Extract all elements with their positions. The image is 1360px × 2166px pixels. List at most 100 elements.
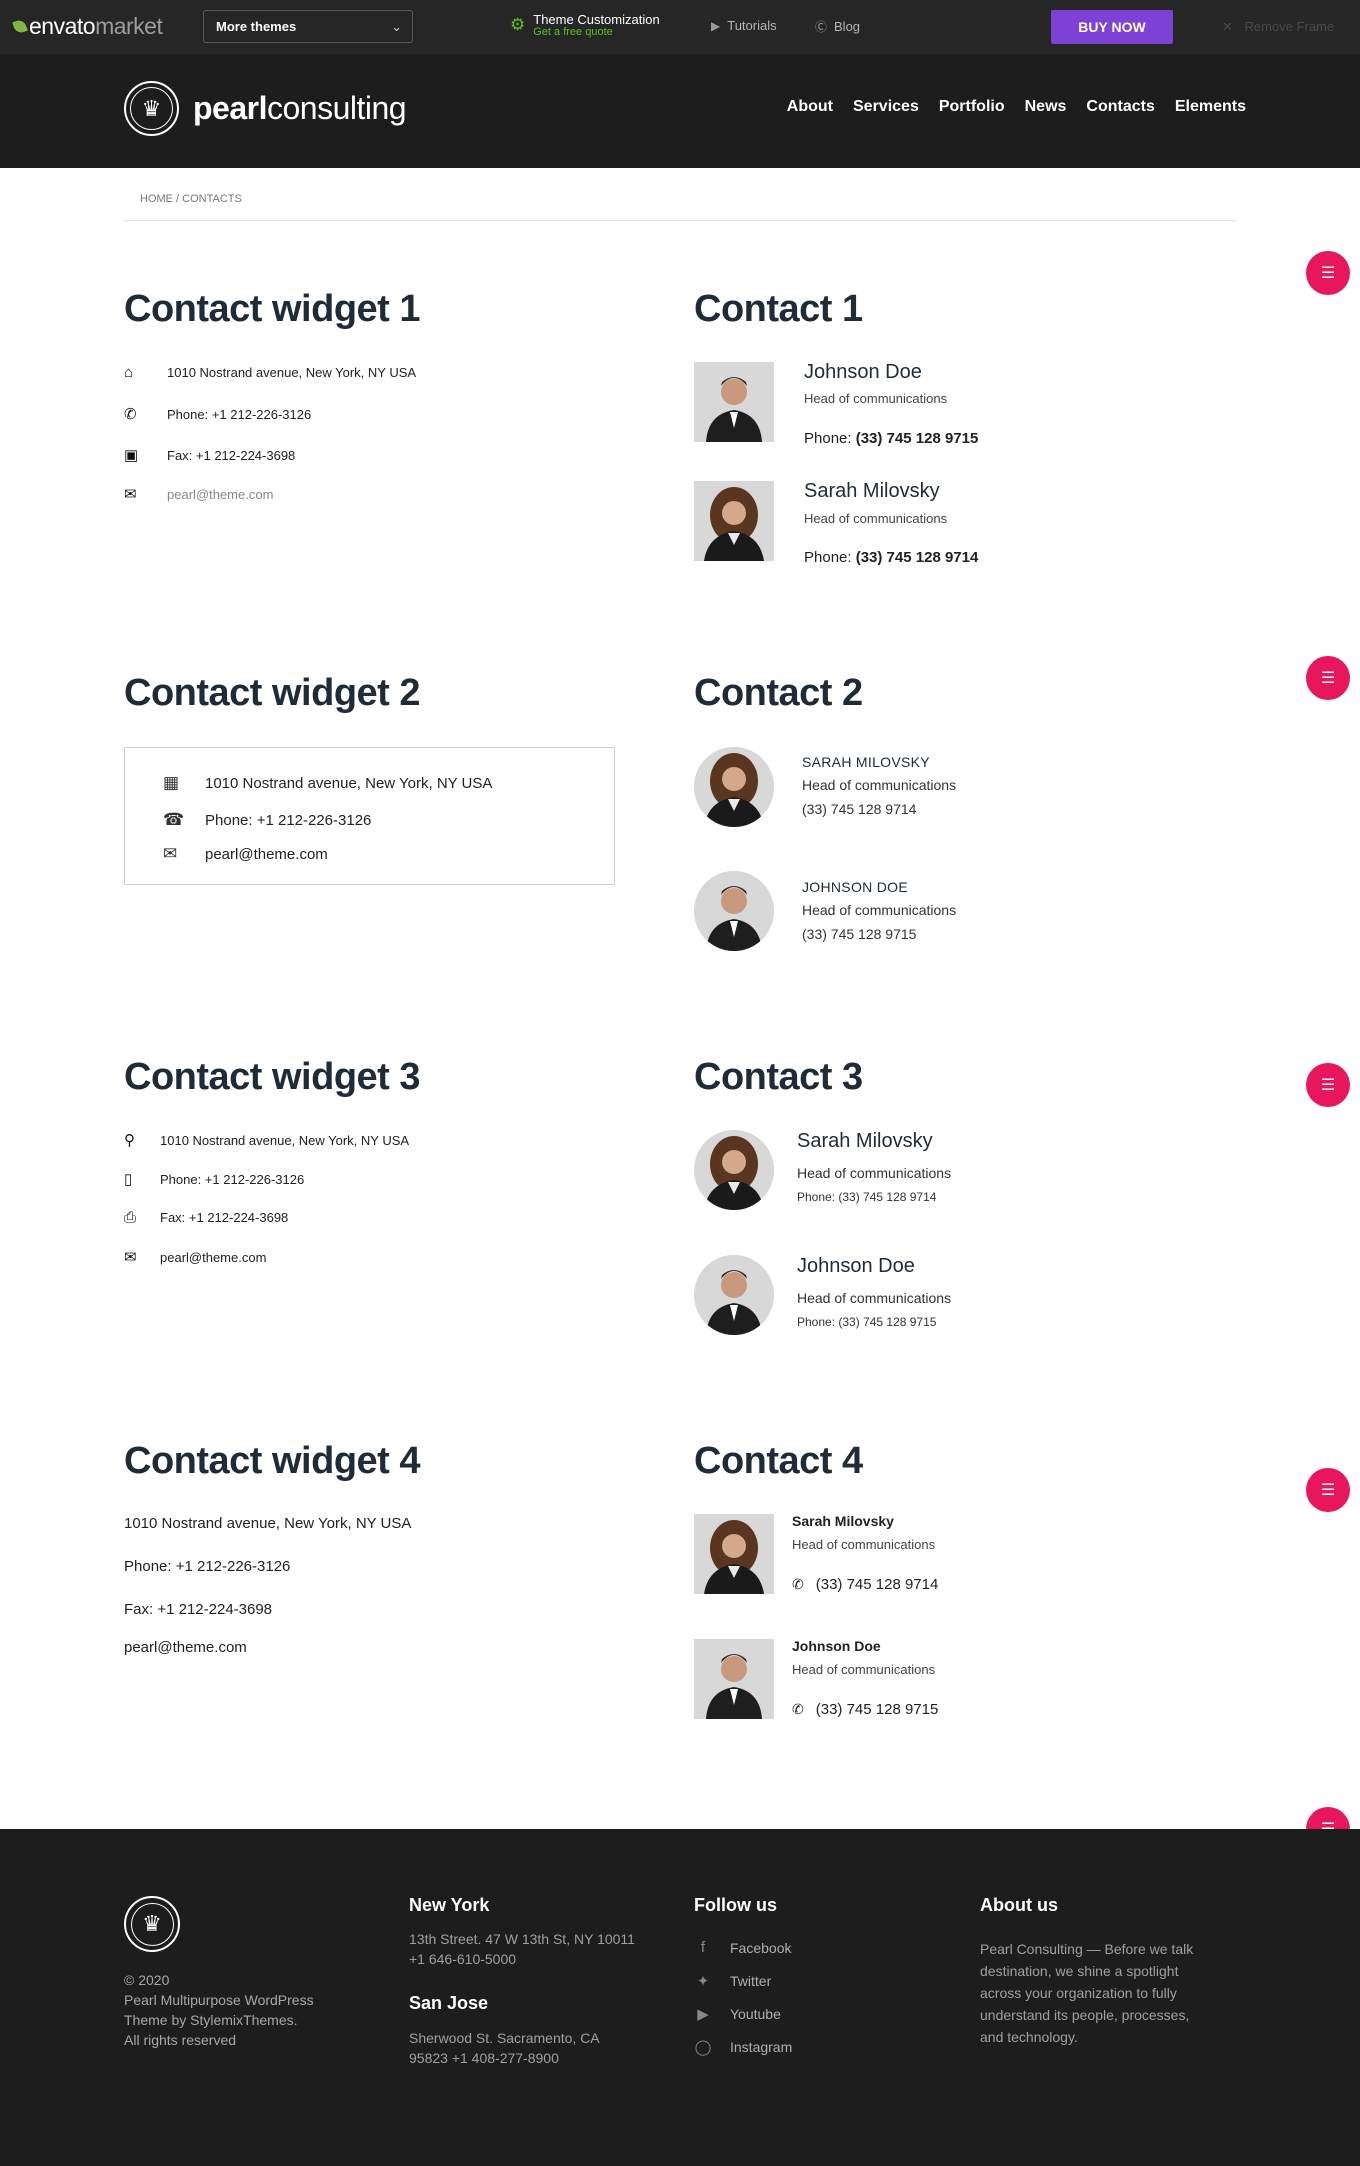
avatar-sarah	[694, 1514, 774, 1594]
footer-logo[interactable]: ♛	[124, 1896, 180, 1952]
contact3-phone: Phone: (33) 745 128 9714	[797, 1190, 937, 1204]
layers-icon[interactable]: ☰	[1306, 251, 1350, 295]
phone-number: (33) 745 128 9715	[815, 1701, 939, 1718]
widget1-address: ⌂ 1010 Nostrand avenue, New York, NY USA	[124, 364, 416, 381]
widget1-email[interactable]: ✉ pearl@theme.com	[124, 485, 273, 503]
contact4-phone: ✆ (33) 745 128 9715	[792, 1701, 938, 1718]
phone-label: Phone:	[804, 549, 852, 566]
rights-text: All rights reserved	[124, 2032, 237, 2048]
contact1-name: Johnson Doe	[804, 361, 922, 383]
nav-news[interactable]: News	[1025, 98, 1067, 116]
avatar-sarah	[694, 1130, 774, 1210]
nav-elements[interactable]: Elements	[1175, 98, 1246, 116]
contact1-role: Head of communications	[804, 391, 948, 406]
theme-customization-link[interactable]: ⚙ Theme Customization Get a free quote	[510, 12, 660, 38]
mobile-icon: ▯	[124, 1171, 133, 1188]
fax-text: Fax: +1 212-224-3698	[160, 1210, 289, 1225]
contact-widget-4-title: Contact widget 4	[124, 1440, 421, 1482]
contact2-role: Head of communications	[802, 777, 957, 793]
nav-contacts[interactable]: Contacts	[1086, 98, 1154, 116]
avatar-johnson	[694, 1255, 774, 1335]
widget2-box: ▦ 1010 Nostrand avenue, New York, NY USA…	[124, 747, 615, 885]
phone-label: Phone:	[804, 430, 852, 447]
breadcrumb[interactable]: HOME / CONTACTS	[140, 193, 242, 205]
credits-text: Pearl Multipurpose WordPress Theme by St…	[124, 1992, 314, 2028]
social-label: Twitter	[730, 1973, 772, 1989]
widget4-email[interactable]: pearl@theme.com	[124, 1639, 247, 1656]
nav-services[interactable]: Services	[853, 98, 919, 116]
address-text: 1010 Nostrand avenue, New York, NY USA	[160, 1132, 410, 1148]
footer-sj-title: San Jose	[409, 1993, 489, 2013]
social-instagram[interactable]: ◯ Instagram	[694, 2038, 793, 2056]
address-text: 1010 Nostrand avenue, New York, NY USA	[205, 774, 493, 792]
social-youtube[interactable]: ▶ Youtube	[694, 2005, 781, 2023]
layers-icon[interactable]: ☰	[1306, 1468, 1350, 1512]
blog-link[interactable]: Ⓒ Blog	[815, 18, 860, 35]
remove-frame-link[interactable]: ✕ Remove Frame	[1222, 19, 1334, 35]
remove-frame-label: Remove Frame	[1244, 19, 1335, 34]
twitter-icon: ✦	[696, 1973, 710, 1990]
envato-top-bar: envato market More themes ⌄ ⚙ Theme Cust…	[0, 0, 1360, 54]
more-themes-select[interactable]: More themes ⌄	[203, 10, 413, 43]
envelope-icon: ✉	[124, 1249, 137, 1266]
avatar-sarah	[694, 747, 774, 827]
envelope-icon: ✉	[124, 486, 137, 503]
social-facebook[interactable]: f Facebook	[694, 1939, 792, 1956]
widget3-fax: ⎙ Fax: +1 212-224-3698	[124, 1209, 288, 1226]
social-label: Instagram	[730, 2039, 793, 2055]
nav-portfolio[interactable]: Portfolio	[939, 98, 1005, 116]
layers-icon[interactable]: ☰	[1306, 656, 1350, 700]
widget1-fax: ▣ Fax: +1 212-224-3698	[124, 446, 295, 464]
phone-icon: ✆	[792, 1576, 804, 1592]
envelope-icon: ✉	[163, 844, 178, 863]
envato-logo-market: market	[95, 13, 163, 39]
buy-now-button[interactable]: BUY NOW	[1051, 10, 1173, 44]
email-link[interactable]: pearl@theme.com	[205, 846, 328, 863]
avatar-sarah	[694, 481, 774, 561]
home-icon: ⌂	[124, 364, 134, 381]
envato-leaf-icon	[12, 18, 28, 35]
main-nav: About Services Portfolio News Contacts E…	[787, 98, 1246, 116]
instagram-icon: ◯	[694, 2039, 712, 2056]
wordpress-icon: Ⓒ	[815, 20, 828, 34]
avatar-johnson	[694, 362, 774, 442]
contact2-name: JOHNSON DOE	[802, 879, 908, 895]
fax-icon: ▣	[124, 447, 139, 464]
avatar-johnson	[694, 1639, 774, 1719]
contact4-phone: ✆ (33) 745 128 9714	[792, 1576, 938, 1593]
address-text: 1010 Nostrand avenue, New York, NY USA	[167, 365, 417, 380]
footer-ny-address: 13th Street. 47 W 13th St, NY 10011	[409, 1931, 635, 1947]
contact-3-title: Contact 3	[694, 1056, 863, 1098]
lion-logo-icon: ♛	[124, 1896, 180, 1952]
contact1-name: Sarah Milovsky	[804, 480, 940, 502]
contact1-phone: Phone: (33) 745 128 9715	[804, 430, 978, 447]
phone-number: (33) 745 128 9714	[815, 1576, 939, 1593]
blog-label: Blog	[834, 19, 861, 34]
nav-about[interactable]: About	[787, 98, 833, 116]
widget3-email[interactable]: ✉ pearl@theme.com	[124, 1248, 266, 1266]
layers-icon[interactable]: ☰	[1306, 1063, 1350, 1107]
phone-number: (33) 745 128 9715	[855, 430, 979, 447]
widget4-address: 1010 Nostrand avenue, New York, NY USA	[124, 1515, 412, 1532]
gear-icon: ⚙	[510, 15, 526, 34]
contact2-phone: (33) 745 128 9714	[802, 801, 917, 817]
email-link[interactable]: pearl@theme.com	[167, 487, 273, 502]
contact1-phone: Phone: (33) 745 128 9714	[804, 549, 978, 566]
widget3-address: ⚲ 1010 Nostrand avenue, New York, NY USA	[124, 1131, 409, 1149]
social-twitter[interactable]: ✦ Twitter	[694, 1972, 772, 1990]
contact-1-title: Contact 1	[694, 288, 863, 330]
footer-about-title: About us	[980, 1895, 1058, 1915]
widget2-address: ▦ 1010 Nostrand avenue, New York, NY USA	[163, 773, 492, 793]
building-icon: ▦	[163, 773, 180, 792]
email-link[interactable]: pearl@theme.com	[160, 1250, 266, 1265]
envato-market-logo[interactable]: envato market	[12, 13, 163, 40]
tutorials-link[interactable]: ▶ Tutorials	[711, 18, 777, 33]
widget2-email[interactable]: ✉ pearl@theme.com	[163, 844, 328, 864]
close-icon: ✕	[1222, 19, 1233, 34]
more-themes-label: More themes	[216, 19, 297, 34]
footer-sj-phone: 95823 +1 408-277-8900	[409, 2050, 559, 2066]
site-logo[interactable]: ♛ pearlconsulting	[124, 81, 407, 136]
phone-text: Phone: +1 212-226-3126	[160, 1171, 305, 1187]
footer-ny-title: New York	[409, 1895, 490, 1915]
footer-sj-address: Sherwood St. Sacramento, CA	[409, 2030, 600, 2046]
